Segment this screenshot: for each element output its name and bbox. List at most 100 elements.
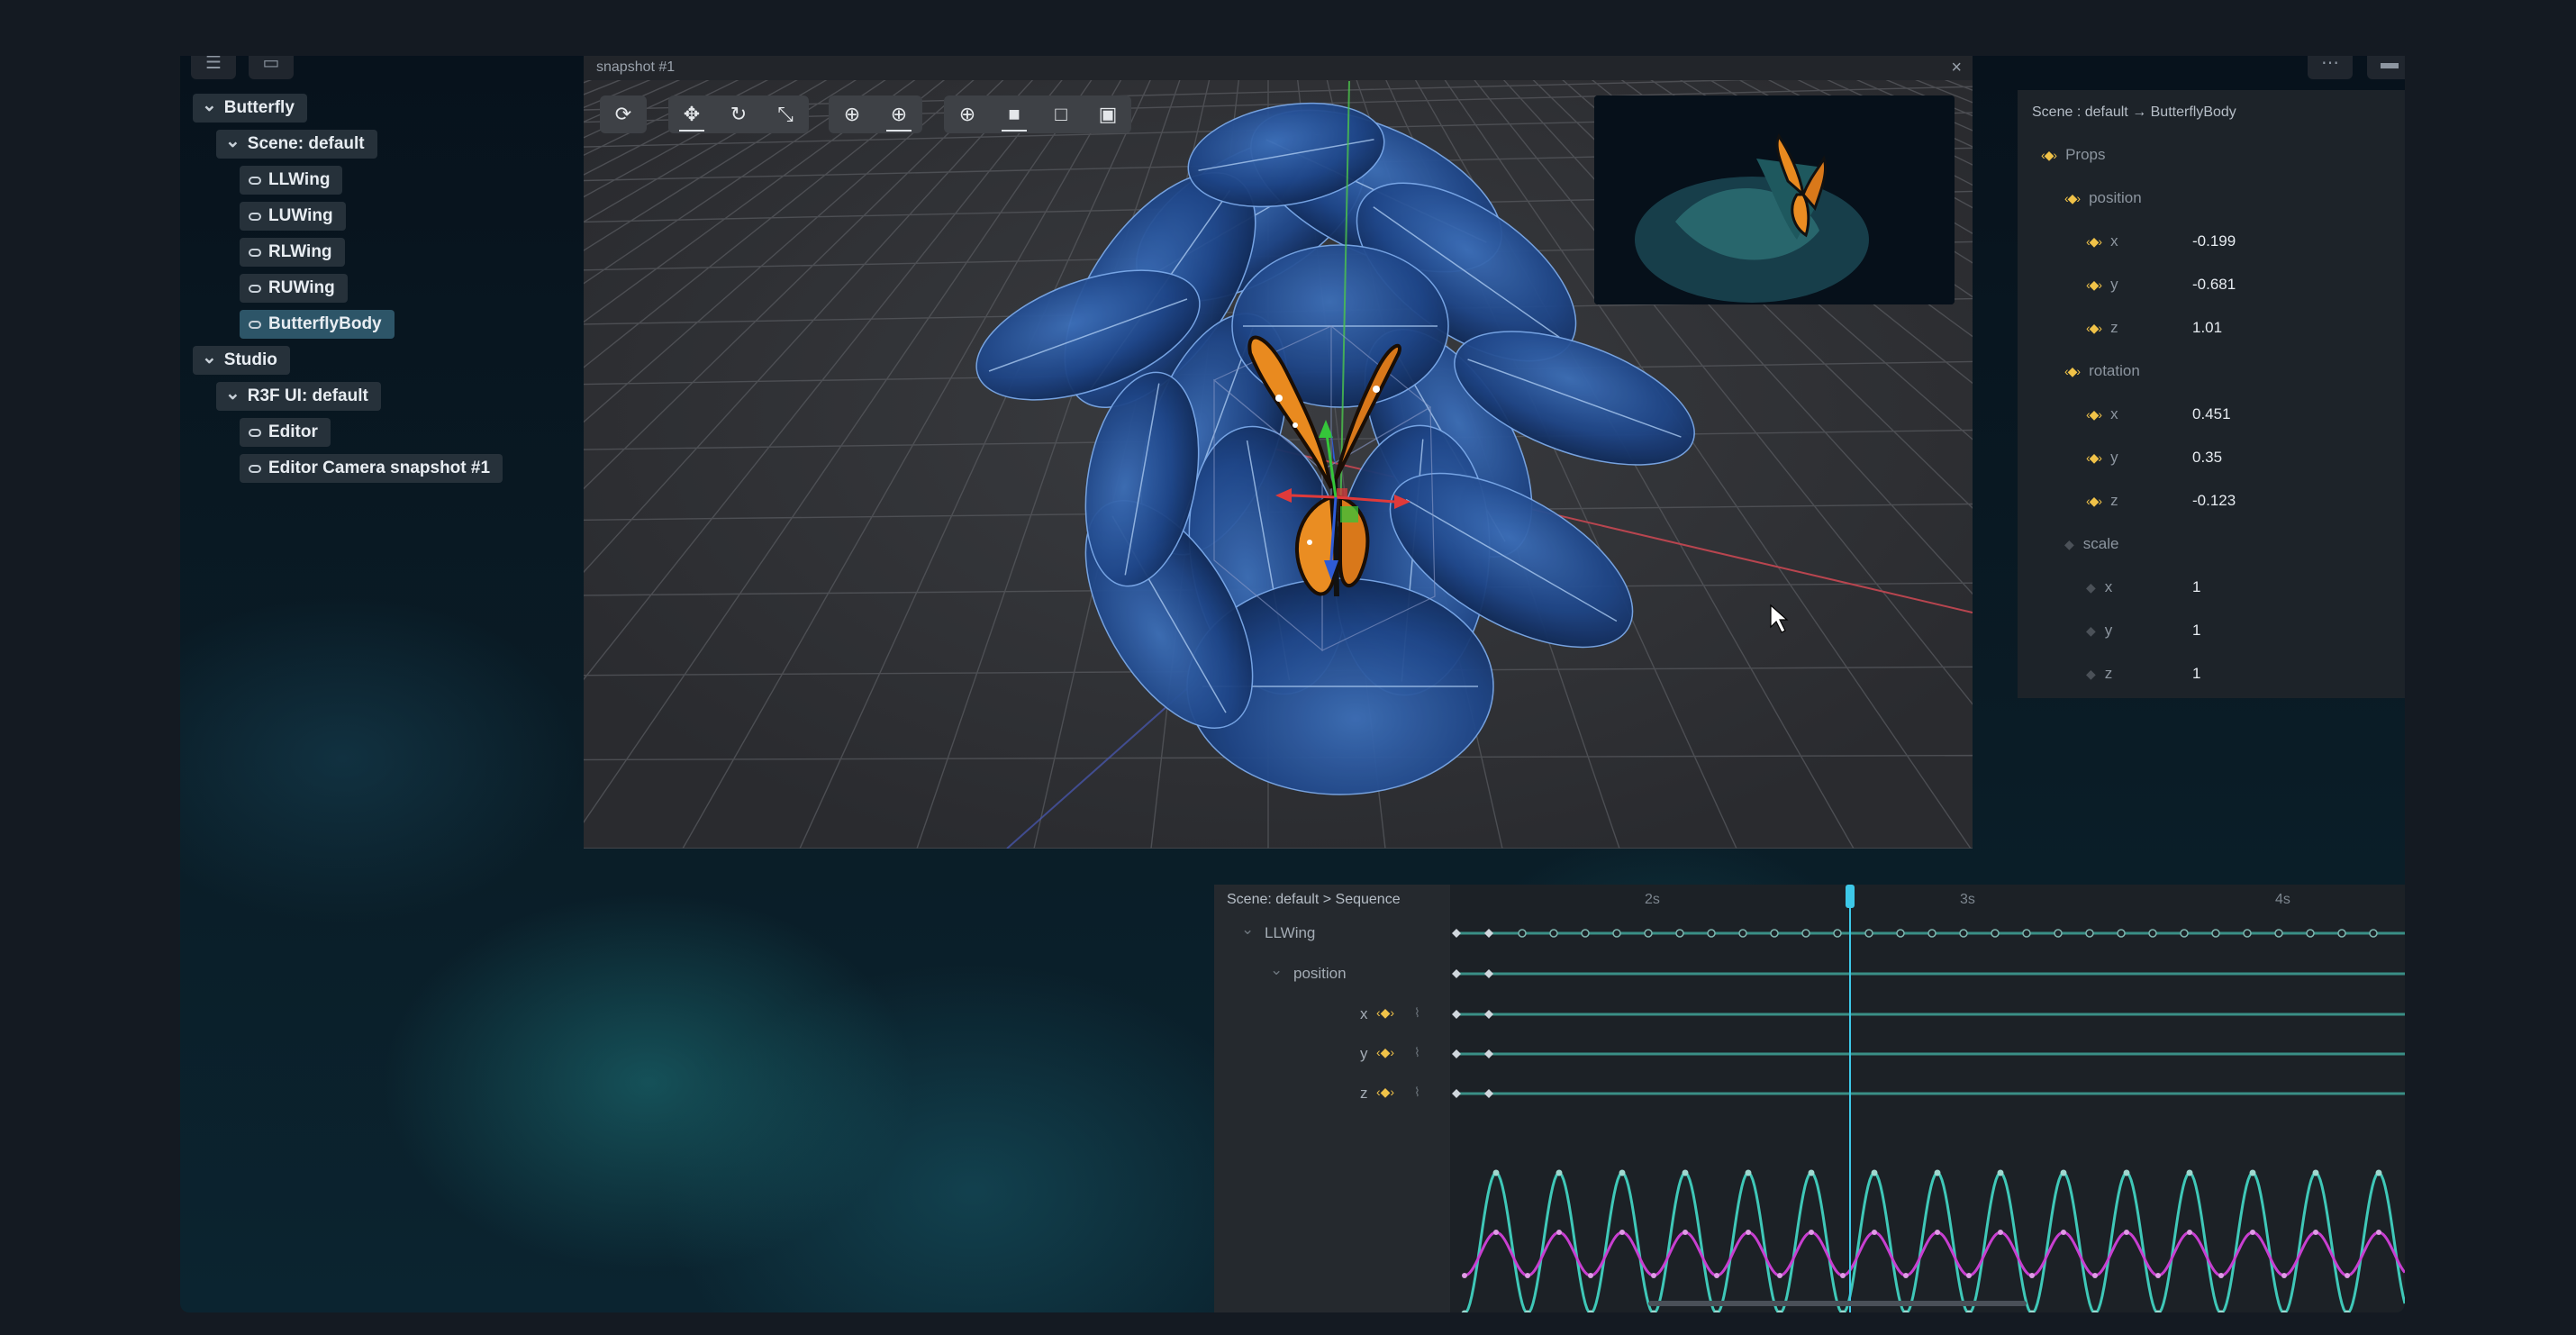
outline-item-luwing[interactable]: LUWing: [240, 202, 346, 231]
keyframe-marker[interactable]: [1518, 929, 1527, 938]
curve-keyframe[interactable]: [1556, 1169, 1563, 1176]
curve-keyframe[interactable]: [1809, 1230, 1814, 1235]
curve-keyframe[interactable]: [1746, 1230, 1751, 1235]
keyframe-marker[interactable]: [2274, 929, 2283, 938]
curve-keyframe[interactable]: [1619, 1169, 1626, 1176]
viewport-panel[interactable]: snapshot #1 × ⟳ ✥ ↻ ⤡ ⊕ ⊕ ⊕ ■ □ ▣: [584, 56, 1973, 849]
track-label-z[interactable]: z: [1360, 1085, 1368, 1103]
prop-field-position-x[interactable]: ‹◆› x: [2086, 232, 2118, 250]
keyframe-marker[interactable]: [1675, 929, 1684, 938]
curve-keyframe[interactable]: [2061, 1230, 2066, 1235]
keyframe-marker[interactable]: [1484, 1010, 1493, 1019]
track-label-LLWing[interactable]: LLWing: [1265, 924, 1315, 942]
keyframe-marker[interactable]: [2306, 929, 2315, 938]
curve-keyframe[interactable]: [2124, 1230, 2129, 1235]
curve-keyframe[interactable]: [1683, 1230, 1688, 1235]
keyframe-marker[interactable]: [1484, 1049, 1493, 1058]
outline-item-editor[interactable]: Editor: [240, 418, 331, 447]
refresh-icon[interactable]: ⟳: [600, 95, 647, 133]
curve-keyframe[interactable]: [2060, 1169, 2067, 1176]
curve-keyframe[interactable]: [1682, 1169, 1689, 1176]
curve-keyframe[interactable]: [1997, 1169, 2004, 1176]
sequence-editor[interactable]: Scene: default > Sequence 2s 3s 4s ⌄ LLWing…: [1214, 885, 2405, 1312]
view-globe-icon[interactable]: ⊕: [944, 95, 991, 133]
chevron-down-icon[interactable]: ⌄: [1270, 961, 1283, 979]
keyframe-marker[interactable]: [1452, 1089, 1461, 1098]
graph-editor-icon[interactable]: ⌇: [1414, 1085, 1420, 1100]
curve-keyframe[interactable]: [1588, 1273, 1593, 1278]
curve-keyframe[interactable]: [1493, 1230, 1499, 1235]
graph-editor-icon[interactable]: ⌇: [1414, 1045, 1420, 1060]
prop-field-rotation-z[interactable]: ‹◆› z: [2086, 492, 2118, 510]
keyframe-icon[interactable]: ‹◆›: [1376, 1005, 1394, 1021]
keyframe-icon[interactable]: ‹◆›: [2086, 450, 2102, 466]
curve-keyframe[interactable]: [2313, 1230, 2318, 1235]
curve-keyframe[interactable]: [2092, 1273, 2098, 1278]
keyframe-icon[interactable]: ◆: [2086, 580, 2096, 595]
curve-keyframe[interactable]: [2187, 1230, 2192, 1235]
curve-keyframe[interactable]: [2345, 1273, 2350, 1278]
outline-item-llwing[interactable]: LLWing: [240, 166, 343, 195]
keyframe-marker[interactable]: [1452, 1010, 1461, 1019]
curve-keyframe[interactable]: [2123, 1169, 2130, 1176]
keyframe-marker[interactable]: [2117, 929, 2126, 938]
curve-keyframe[interactable]: [1525, 1273, 1530, 1278]
outline-item-editor-camera-snapshot-1[interactable]: Editor Camera snapshot #1: [240, 454, 503, 483]
prop-field-value[interactable]: 1: [2192, 622, 2200, 640]
prop-field-position-z[interactable]: ‹◆› z: [2086, 319, 2118, 337]
prop-field-scale-z[interactable]: ◆ z: [2086, 665, 2112, 683]
curve-keyframe[interactable]: [1619, 1230, 1625, 1235]
keyframe-marker[interactable]: [1801, 929, 1810, 938]
keyframe-marker[interactable]: [1484, 969, 1493, 978]
keyframe-icon[interactable]: ‹◆›: [1376, 1085, 1394, 1100]
rotate-icon[interactable]: ↻: [715, 95, 762, 133]
keyframe-marker[interactable]: [1581, 929, 1590, 938]
chevron-down-icon[interactable]: ⌄: [1241, 921, 1254, 939]
export-icon[interactable]: ▬: [2367, 56, 2405, 79]
curve-keyframe[interactable]: [1777, 1273, 1782, 1278]
graph-editor-icon[interactable]: ⌇: [1414, 1005, 1420, 1021]
prop-field-rotation-y[interactable]: ‹◆› y: [2086, 449, 2118, 467]
keyframe-marker[interactable]: [2211, 929, 2220, 938]
keyframe-marker[interactable]: [1896, 929, 1905, 938]
camera-cube-icon[interactable]: ▣: [1084, 95, 1131, 133]
keyframe-marker[interactable]: [1452, 1049, 1461, 1058]
keyframe-marker[interactable]: [1452, 929, 1461, 938]
outline-item-scene-default[interactable]: ⌄ Scene: default: [216, 130, 377, 159]
outline-item-rlwing[interactable]: RLWing: [240, 238, 345, 267]
chevron-down-icon[interactable]: ⌄: [202, 346, 217, 368]
keyframe-marker[interactable]: [1549, 929, 1558, 938]
prop-field-value[interactable]: -0.123: [2192, 492, 2236, 510]
props-root-label[interactable]: ‹◆› Props: [2041, 146, 2106, 164]
curve-keyframe[interactable]: [1935, 1230, 1940, 1235]
keyframe-marker[interactable]: [1484, 1089, 1493, 1098]
keyframe-icon[interactable]: ‹◆›: [2041, 148, 2057, 163]
keyframe-marker[interactable]: [1484, 929, 1493, 938]
keyframe-icon[interactable]: ‹◆›: [1376, 1045, 1394, 1060]
world-space-icon[interactable]: ⊕: [875, 95, 922, 133]
track-label-position[interactable]: position: [1293, 965, 1347, 983]
keyframe-marker[interactable]: [1991, 929, 2000, 938]
curve-keyframe[interactable]: [1462, 1273, 1467, 1278]
keyframe-marker[interactable]: [2180, 929, 2189, 938]
curve-keyframe[interactable]: [1872, 1230, 1877, 1235]
prop-field-position-y[interactable]: ‹◆› y: [2086, 276, 2118, 294]
keyframe-marker[interactable]: [2243, 929, 2252, 938]
curve-keyframe[interactable]: [2218, 1273, 2224, 1278]
curve-keyframe[interactable]: [2375, 1169, 2382, 1176]
curve-keyframe[interactable]: [2250, 1230, 2255, 1235]
curve-keyframe[interactable]: [1840, 1273, 1846, 1278]
close-icon[interactable]: ×: [1951, 58, 1962, 78]
track-label-y[interactable]: y: [1360, 1045, 1368, 1063]
curve-keyframe[interactable]: [1556, 1230, 1562, 1235]
scale-icon[interactable]: ⤡: [762, 95, 809, 133]
outline-item-butterflybody[interactable]: ButterflyBody: [240, 310, 395, 339]
keyframe-marker[interactable]: [1927, 929, 1937, 938]
keyframe-icon[interactable]: ◆: [2064, 537, 2074, 552]
keyframe-marker[interactable]: [2054, 929, 2063, 938]
curve-keyframe[interactable]: [1998, 1230, 2003, 1235]
prop-field-value[interactable]: 1: [2192, 665, 2200, 683]
prop-field-value[interactable]: -0.681: [2192, 276, 2236, 294]
curve-keyframe[interactable]: [1934, 1169, 1941, 1176]
curve-keyframe[interactable]: [1651, 1273, 1656, 1278]
